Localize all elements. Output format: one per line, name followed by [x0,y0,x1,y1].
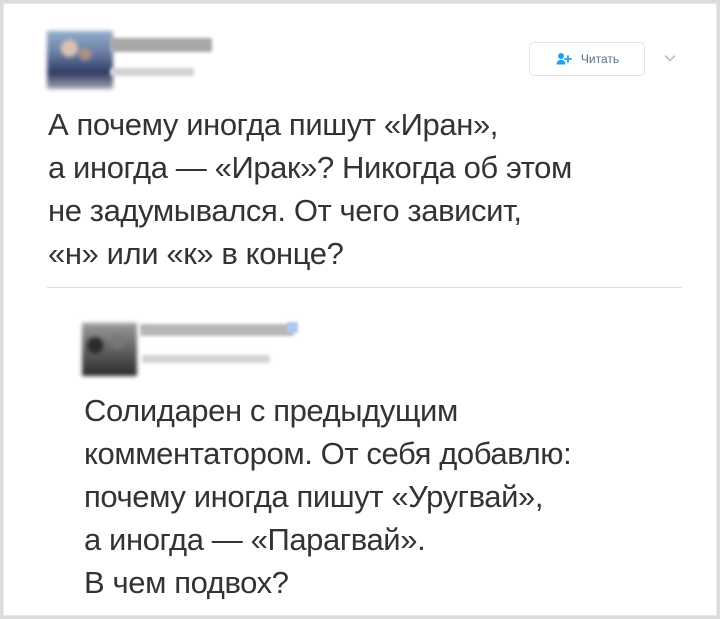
author-name-redacted [110,38,212,52]
reply-text-line-5: В чем подвох? [84,565,289,600]
tweet-text-line-3: не задумывался. От чего зависит, [48,193,522,228]
tweet-screenshot-frame: Читать А почему иногда пишут «Иран», а и… [3,3,717,616]
reply-text-line-4: а иногда — «Парагвай». [84,522,426,557]
tweet-text: А почему иногда пишут «Иран», а иногда —… [48,103,648,275]
reply-author-handle-redacted [142,355,270,363]
tweet-divider [47,287,682,288]
verified-icon [287,322,298,333]
reply-text-line-2: комментатором. От себя добавлю: [84,436,572,471]
author-avatar[interactable] [47,31,113,89]
reply-text-line-3: почему иногда пишут «Уругвай», [84,479,544,514]
author-handle-redacted [110,68,194,76]
follow-button[interactable]: Читать [529,42,645,76]
reply-author-name-redacted [140,324,294,336]
reply-text-line-1: Солидарен с предыдущим [84,393,458,428]
reply-author-avatar[interactable] [82,323,137,376]
reply-text: Солидарен с предыдущим комментатором. От… [84,389,704,604]
chevron-down-icon[interactable] [663,51,677,65]
follow-button-label: Читать [580,52,620,66]
tweet-text-line-2: а иногда — «Ирак»? Никогда об этом [48,150,572,185]
add-user-icon [555,52,573,66]
tweet-text-line-4: «н» или «к» в конце? [48,236,344,271]
tweet-text-line-1: А почему иногда пишут «Иран», [48,107,498,142]
